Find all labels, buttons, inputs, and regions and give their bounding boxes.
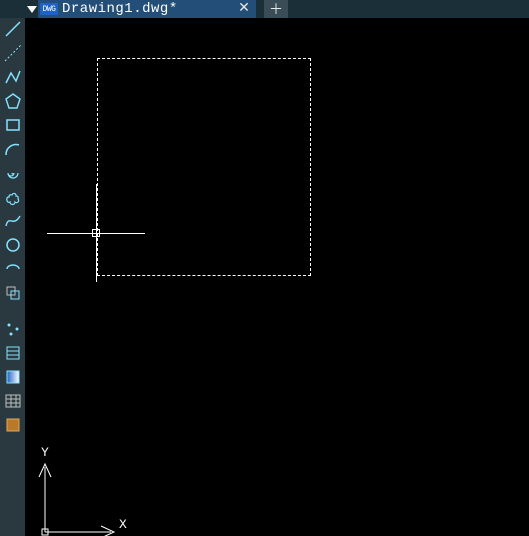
- toolbar-separator: [4, 308, 22, 314]
- construction-line-tool[interactable]: [4, 44, 22, 62]
- region-tool[interactable]: [4, 416, 22, 434]
- circle-tool[interactable]: [4, 236, 22, 254]
- crosshair-pickbox: [92, 229, 100, 237]
- hatch-tool[interactable]: [4, 344, 22, 362]
- gradient-tool[interactable]: [4, 368, 22, 386]
- draw-toolbar: [0, 18, 25, 536]
- drawing-canvas[interactable]: Y X: [25, 18, 529, 536]
- ucs-x-label: X: [119, 517, 127, 532]
- table-tool[interactable]: [4, 392, 22, 410]
- app-root: DWG Drawing1.dwg* ✕ ＋: [0, 0, 529, 536]
- selection-rectangle: [97, 58, 311, 276]
- block-insert-tool[interactable]: [4, 284, 22, 302]
- tab-close-button[interactable]: ✕: [236, 1, 252, 17]
- line-tool[interactable]: [4, 20, 22, 38]
- polyline-tool[interactable]: [4, 68, 22, 86]
- rectangle-tool[interactable]: [4, 116, 22, 134]
- tab-active[interactable]: DWG Drawing1.dwg* ✕: [38, 0, 256, 18]
- tab-title: Drawing1.dwg*: [62, 2, 178, 16]
- spline-tool[interactable]: [4, 212, 22, 230]
- point-tool[interactable]: [4, 320, 22, 338]
- dwg-file-icon: DWG: [40, 3, 58, 15]
- new-tab-button[interactable]: ＋: [264, 0, 288, 18]
- ucs-y-label: Y: [41, 445, 49, 460]
- ellipse-arc-tool[interactable]: [4, 260, 22, 278]
- ucs-icon: Y X: [37, 432, 97, 536]
- revision-cloud-tool[interactable]: [4, 188, 22, 206]
- polygon-tool[interactable]: [4, 92, 22, 110]
- tab-bar: DWG Drawing1.dwg* ✕ ＋: [0, 0, 529, 18]
- arc-tool[interactable]: [4, 140, 22, 158]
- spiral-tool[interactable]: [4, 164, 22, 182]
